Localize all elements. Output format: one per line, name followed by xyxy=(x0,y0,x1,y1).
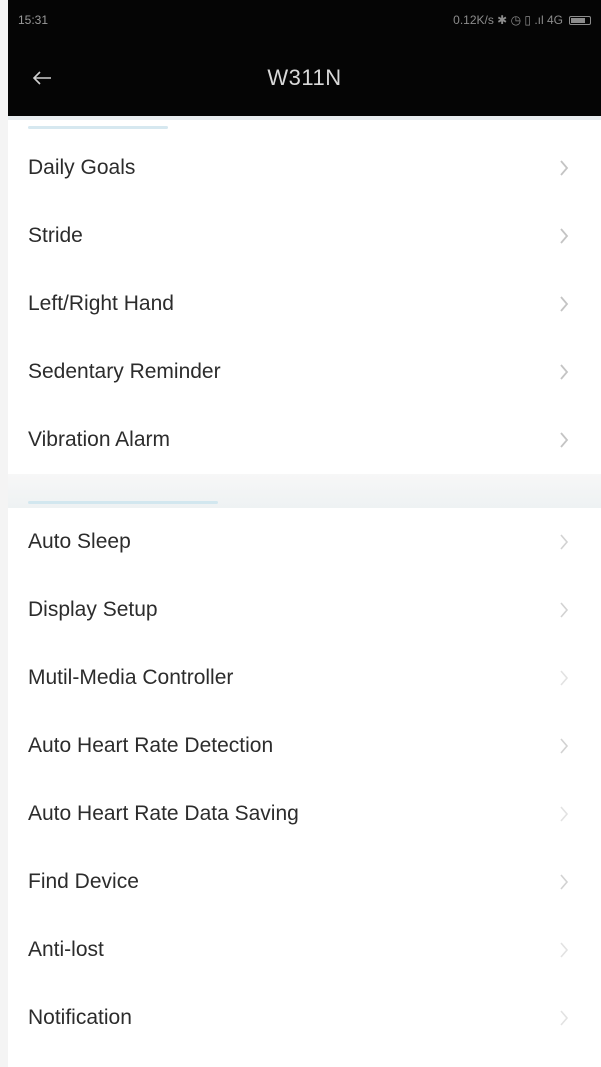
battery-icon xyxy=(569,15,591,25)
chevron-right-icon xyxy=(557,804,571,824)
settings-item-anti-lost[interactable]: Anti-lost xyxy=(8,916,601,984)
settings-item-auto-heart-rate-detection[interactable]: Auto Heart Rate Detection xyxy=(8,712,601,780)
settings-item-left-right-hand[interactable]: Left/Right Hand xyxy=(8,270,601,338)
settings-item-label: Anti-lost xyxy=(28,938,104,961)
chevron-right-icon xyxy=(557,430,571,450)
section-header-2 xyxy=(8,474,601,508)
settings-item-stride[interactable]: Stride xyxy=(8,202,601,270)
status-bar: 15:31 0.12K/s ✱ ◷ ▯ .ıl 4G xyxy=(8,0,601,40)
settings-item-sedentary-reminder[interactable]: Sedentary Reminder xyxy=(8,338,601,406)
settings-group-1: Daily Goals Stride Left/Right Hand Seden… xyxy=(8,134,601,474)
settings-item-multi-media-controller[interactable]: Mutil-Media Controller xyxy=(8,644,601,712)
status-indicators: 0.12K/s ✱ ◷ ▯ .ıl 4G xyxy=(453,13,591,27)
chevron-right-icon xyxy=(557,158,571,178)
settings-item-label: Sedentary Reminder xyxy=(28,360,221,383)
settings-item-vibration-alarm[interactable]: Vibration Alarm xyxy=(8,406,601,474)
chevron-right-icon xyxy=(557,872,571,892)
status-indicators-text: 0.12K/s ✱ ◷ ▯ .ıl 4G xyxy=(453,13,563,27)
chevron-right-icon xyxy=(557,1008,571,1028)
back-button[interactable] xyxy=(22,58,62,98)
settings-item-label: Notification xyxy=(28,1006,132,1029)
app-bar: W311N xyxy=(8,40,601,116)
chevron-right-icon xyxy=(557,600,571,620)
chevron-right-icon xyxy=(557,294,571,314)
chevron-right-icon xyxy=(557,940,571,960)
settings-item-label: Display Setup xyxy=(28,598,158,621)
settings-item-label: Vibration Alarm xyxy=(28,428,171,451)
back-arrow-icon xyxy=(32,71,51,85)
chevron-right-icon xyxy=(557,362,571,382)
settings-item-label: Auto Heart Rate Detection xyxy=(28,734,274,757)
settings-item-notification[interactable]: Notification xyxy=(8,984,601,1052)
status-time: 15:31 xyxy=(18,13,49,27)
chevron-right-icon xyxy=(557,532,571,552)
settings-item-label: Stride xyxy=(28,224,83,247)
chevron-right-icon xyxy=(557,226,571,246)
settings-item-find-device[interactable]: Find Device xyxy=(8,848,601,916)
settings-item-label: Auto Heart Rate Data Saving xyxy=(28,802,299,825)
settings-item-auto-sleep[interactable]: Auto Sleep xyxy=(8,508,601,576)
phone-screen: 15:31 0.12K/s ✱ ◷ ▯ .ıl 4G W311N Daily G… xyxy=(8,0,601,1067)
chevron-right-icon xyxy=(557,736,571,756)
settings-item-auto-heart-rate-data-saving[interactable]: Auto Heart Rate Data Saving xyxy=(8,780,601,848)
settings-item-label: Left/Right Hand xyxy=(28,292,174,315)
section-header-1 xyxy=(8,120,601,134)
chevron-right-icon xyxy=(557,668,571,688)
settings-item-label: Find Device xyxy=(28,870,139,893)
settings-item-daily-goals[interactable]: Daily Goals xyxy=(8,134,601,202)
settings-item-label: Auto Sleep xyxy=(28,530,131,553)
settings-item-label: Daily Goals xyxy=(28,156,136,179)
settings-item-display-setup[interactable]: Display Setup xyxy=(8,576,601,644)
settings-item-label: Mutil-Media Controller xyxy=(28,666,234,689)
page-title: W311N xyxy=(267,65,342,90)
settings-group-2: Auto Sleep Display Setup Mutil-Media Con… xyxy=(8,508,601,1052)
